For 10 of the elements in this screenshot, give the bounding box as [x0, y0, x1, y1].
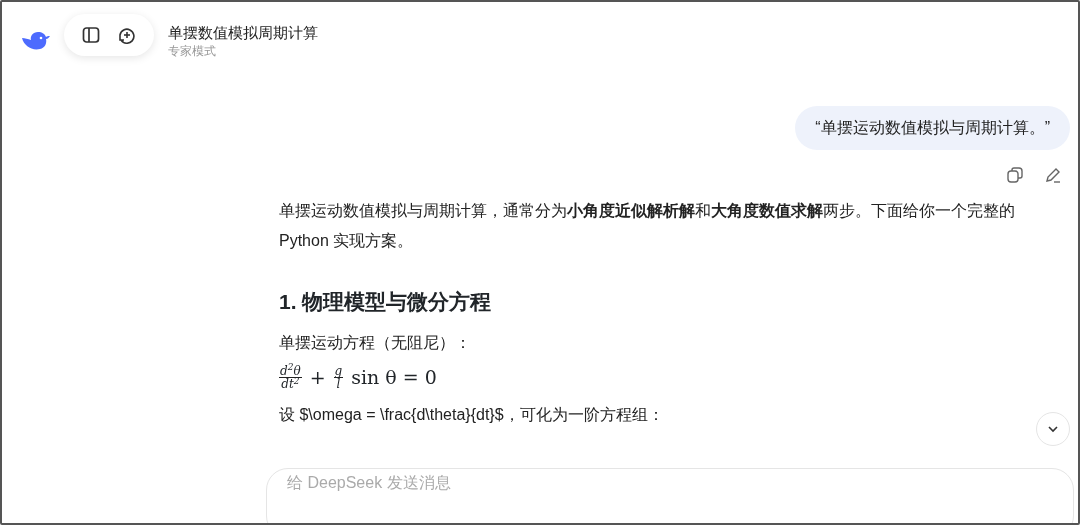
copy-icon[interactable]	[1004, 164, 1026, 186]
answer-paragraph: 设 $\omega = \frac{d\theta}{dt}$，可化为一阶方程组：	[279, 404, 665, 425]
user-message: “单摆运动数值模拟与周期计算。”	[795, 106, 1070, 150]
equation-label: 单摆运动方程（无阻尼）：	[279, 332, 472, 353]
sidebar-toggle-icon[interactable]	[80, 24, 102, 46]
section-heading: 1. 物理模型与微分方程	[279, 289, 493, 315]
chat-title: 单摆数值模拟周期计算	[168, 24, 318, 42]
mode-label: 专家模式	[168, 43, 217, 60]
answer-paragraph: 单摆运动数值模拟与周期计算，通常分为小角度近似解析解和大角度数值求解两步。下面给你一个完整的 Python 实现方案。	[279, 201, 1016, 251]
message-input[interactable]: 给 DeepSeek 发送消息	[266, 468, 1074, 523]
